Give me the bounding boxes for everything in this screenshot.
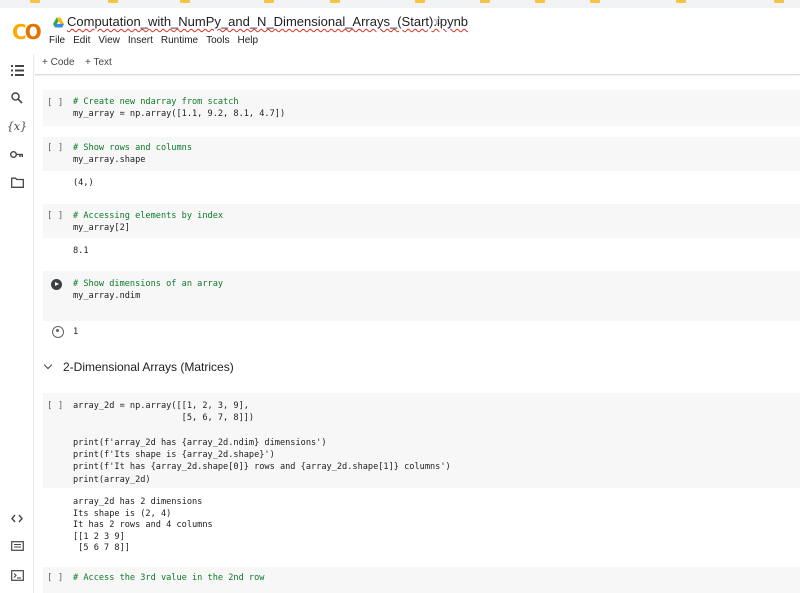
bookmark-folder[interactable] — [415, 0, 428, 6]
cell-code[interactable]: # Access the 3rd value in the 2nd row — [73, 572, 264, 584]
folder-icon — [30, 0, 40, 4]
cell-run-indicator[interactable]: [ ] — [47, 211, 63, 221]
bookmark-folder[interactable] — [108, 0, 121, 6]
cell-output: 1 — [73, 327, 79, 337]
bookmark-folder[interactable] — [774, 0, 787, 6]
notebook-area: [ ] # Create new ndarray from scatch my_… — [35, 76, 800, 593]
add-text-button[interactable]: + Text — [85, 57, 112, 68]
cell-code[interactable]: # Show dimensions of an array my_array.n… — [73, 278, 223, 303]
code-cell[interactable]: [ ] # Create new ndarray from scatch my_… — [43, 90, 800, 126]
menu-bar: File Edit View Insert Runtime Tools Help — [49, 35, 266, 46]
code-line: # Show dimensions of an array — [73, 279, 224, 289]
code-cell[interactable]: [ ] # Access the 3rd value in the 2nd ro… — [43, 567, 800, 593]
bookmark-folder[interactable] — [330, 0, 343, 6]
cell-code[interactable]: # Accessing elements by index my_array[2… — [73, 210, 223, 235]
cell-output: array_2d has 2 dimensions Its shape is (… — [73, 497, 213, 554]
code-line: print(array_2d) — [73, 474, 151, 485]
left-sidebar: {x} — [0, 54, 34, 593]
bookmark-folder[interactable] — [590, 0, 603, 6]
code-cell[interactable]: [ ] # Show rows and columns my_array.sha… — [43, 137, 800, 171]
output-user-icon[interactable] — [52, 326, 64, 338]
drive-icon — [53, 17, 64, 28]
folder-icon — [415, 0, 425, 4]
menu-runtime[interactable]: Runtime — [161, 35, 198, 46]
bookmarks-bar — [0, 0, 800, 8]
cell-run-indicator[interactable]: [ ] — [47, 573, 63, 583]
variables-icon[interactable]: {x} — [7, 118, 27, 134]
chevron-down-icon[interactable] — [43, 360, 53, 370]
cell-code[interactable]: array_2d = np.array([[1, 2, 3, 9], [5, 6… — [73, 400, 451, 486]
output-area: 1 — [43, 321, 800, 345]
bookmark-folder[interactable] — [480, 0, 493, 6]
cell-code[interactable]: # Create new ndarray from scatch my_arra… — [73, 96, 285, 121]
menu-tools[interactable]: Tools — [206, 35, 229, 46]
bookmark-folder[interactable] — [535, 0, 548, 6]
colab-header: CO Computation_with_NumPy_and_N_Dimensio… — [0, 8, 800, 54]
folder-icon — [180, 0, 190, 4]
folder-icon — [774, 0, 784, 4]
folder-icon — [264, 0, 274, 4]
code-line: array_2d = np.array([[1, 2, 3, 9], — [73, 401, 249, 411]
bookmark-folder[interactable] — [30, 0, 43, 6]
folder-icon — [330, 0, 340, 4]
folder-icon — [480, 0, 490, 4]
key-icon[interactable] — [9, 146, 25, 162]
folder-icon — [535, 0, 545, 4]
code-line: [5, 6, 7, 8]]) — [73, 413, 255, 424]
code-line: print(f'array_2d has {array_2d.ndim} dim… — [73, 437, 327, 448]
notebook-toolbar: + Code + Text — [35, 54, 800, 75]
add-code-button[interactable]: + Code — [42, 57, 75, 68]
code-cell[interactable]: # Show dimensions of an array my_array.n… — [43, 271, 800, 321]
cell-code[interactable]: # Show rows and columns my_array.shape — [73, 142, 192, 167]
folder-icon — [590, 0, 600, 4]
code-line: my_array = np.array([1.1, 9.2, 8.1, 4.7]… — [73, 109, 286, 120]
bookmark-folder[interactable] — [676, 0, 689, 6]
code-cell[interactable]: [ ] # Accessing elements by index my_arr… — [43, 204, 800, 238]
code-line: # Access the 3rd value in the 2nd row — [73, 573, 265, 583]
command-palette-icon[interactable] — [9, 538, 25, 554]
menu-help[interactable]: Help — [237, 35, 258, 46]
terminal-icon[interactable] — [9, 567, 25, 583]
cell-output: 8.1 — [73, 246, 89, 256]
menu-view[interactable]: View — [98, 35, 120, 46]
code-snippets-icon[interactable] — [9, 510, 25, 526]
star-icon[interactable]: ☆ — [433, 13, 445, 29]
search-icon[interactable] — [9, 90, 25, 106]
section-heading[interactable]: 2-Dimensional Arrays (Matrices) — [43, 360, 234, 374]
cell-run-indicator[interactable]: [ ] — [47, 143, 63, 153]
code-line: print(f'It has {array_2d.shape[0]} rows … — [73, 462, 451, 473]
folder-icon[interactable] — [9, 174, 25, 190]
folder-icon — [108, 0, 118, 4]
menu-file[interactable]: File — [49, 35, 65, 46]
section-title: 2-Dimensional Arrays (Matrices) — [63, 360, 234, 374]
code-cell[interactable]: [ ] array_2d = np.array([[1, 2, 3, 9], [… — [43, 393, 800, 488]
table-of-contents-icon[interactable] — [9, 62, 25, 78]
bookmark-folder[interactable] — [180, 0, 193, 6]
menu-insert[interactable]: Insert — [128, 35, 153, 46]
code-line: # Accessing elements by index — [73, 211, 224, 221]
code-line: my_array[2] — [73, 223, 130, 234]
code-line: my_array.ndim — [73, 291, 141, 302]
colab-logo[interactable]: CO — [12, 20, 42, 44]
menu-edit[interactable]: Edit — [73, 35, 90, 46]
code-line: # Show rows and columns — [73, 143, 192, 153]
cell-run-indicator[interactable]: [ ] — [47, 98, 63, 108]
cell-output: (4,) — [73, 178, 94, 188]
play-icon[interactable] — [51, 279, 62, 290]
bookmark-folder[interactable] — [264, 0, 277, 6]
code-line: print(f'Its shape is {array_2d.shape}') — [73, 450, 275, 461]
code-line: my_array.shape — [73, 155, 146, 166]
code-line: # Create new ndarray from scatch — [73, 97, 239, 107]
folder-icon — [676, 0, 686, 4]
cell-run-indicator[interactable]: [ ] — [47, 401, 63, 411]
notebook-title[interactable]: Computation_with_NumPy_and_N_Dimensional… — [67, 14, 468, 29]
